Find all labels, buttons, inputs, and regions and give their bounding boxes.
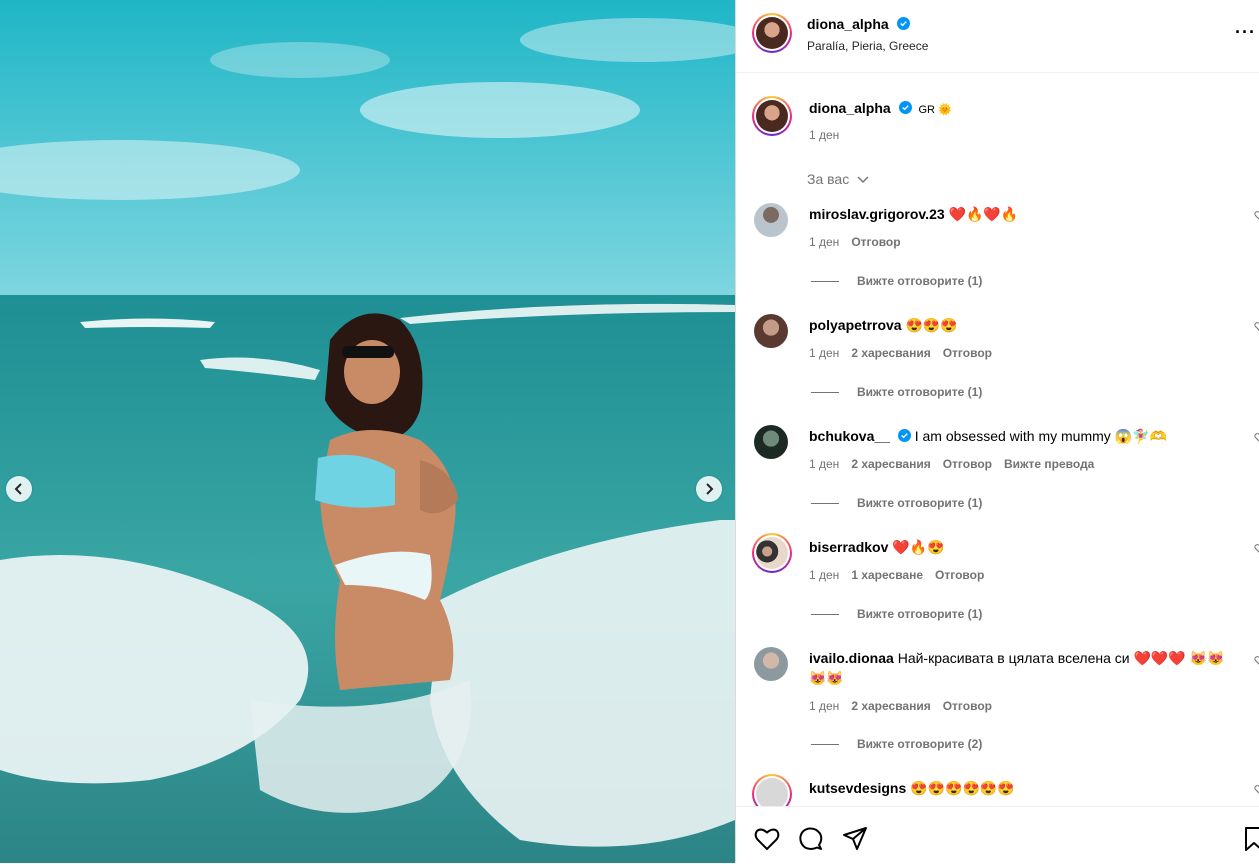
comment-likes-count[interactable]: 1 харесване: [851, 568, 923, 582]
reply-button[interactable]: Отговор: [943, 457, 992, 471]
reply-button[interactable]: Отговор: [943, 346, 992, 360]
comment-sort-label: За вас: [807, 171, 850, 187]
comment-like-heart-icon[interactable]: [1254, 543, 1259, 555]
view-replies-button[interactable]: Вижте отговорите (1): [811, 496, 982, 510]
commenter-username[interactable]: miroslav.grigorov.23: [809, 206, 945, 222]
share-icon[interactable]: [842, 826, 868, 852]
post-photo[interactable]: [0, 0, 735, 863]
caption-time: 1 ден: [809, 128, 840, 142]
reply-button[interactable]: Отговор: [935, 568, 984, 582]
view-replies-label: Вижте отговорите (1): [857, 385, 983, 399]
comment-like-heart-icon[interactable]: [1254, 321, 1259, 333]
view-replies-label: Вижте отговорите (1): [857, 274, 983, 288]
commenter-avatar[interactable]: [754, 647, 788, 681]
see-translation-button[interactable]: Вижте превода: [1004, 457, 1094, 471]
commenter-avatar[interactable]: [754, 314, 788, 348]
comment-time: 1 ден: [809, 699, 840, 713]
view-replies-button[interactable]: Вижте отговорите (2): [811, 737, 982, 751]
caption-avatar[interactable]: [752, 96, 792, 136]
verified-badge-icon: [897, 429, 911, 442]
caption-text: GR 🌞: [918, 104, 952, 116]
commenter-username[interactable]: biserradkov: [809, 539, 888, 555]
comment-text: 😍😍😍😍😍😍: [910, 780, 1015, 796]
caption-username[interactable]: diona_alpha: [809, 100, 891, 116]
comment-text: I am obsessed with my mummy 😱🧚‍♀️🫶: [914, 428, 1167, 444]
view-replies-label: Вижте отговорите (1): [857, 496, 983, 510]
comment-like-heart-icon[interactable]: [1254, 784, 1259, 796]
reply-button[interactable]: Отговор: [943, 699, 992, 713]
next-photo-button[interactable]: [696, 476, 722, 502]
comment-likes-count[interactable]: 2 харесвания: [851, 699, 930, 713]
view-replies-button[interactable]: Вижте отговорите (1): [811, 385, 982, 399]
verified-badge-icon: [897, 17, 911, 30]
chevron-left-icon: [14, 483, 22, 495]
commenter-username[interactable]: bchukova__: [809, 428, 890, 444]
view-replies-button[interactable]: Вижте отговорите (1): [811, 607, 982, 621]
chevron-right-icon: [706, 483, 714, 495]
comment-like-heart-icon[interactable]: [1254, 210, 1259, 222]
post-header: diona_alpha Paralía, Pieria, Greece ···: [736, 0, 1259, 73]
comment-like-heart-icon[interactable]: [1254, 432, 1259, 444]
comment-icon[interactable]: [798, 826, 824, 852]
view-replies-label: Вижте отговорите (1): [857, 607, 983, 621]
author-avatar[interactable]: [752, 13, 792, 53]
reply-button[interactable]: Отговор: [851, 235, 900, 249]
comment-likes-count[interactable]: 2 харесвания: [851, 457, 930, 471]
commenter-avatar[interactable]: [754, 425, 788, 459]
post-action-bar: [736, 806, 1259, 864]
bookmark-icon[interactable]: [1241, 826, 1259, 852]
comment-like-heart-icon[interactable]: [1254, 655, 1259, 667]
comment-sort-dropdown[interactable]: За вас: [807, 171, 869, 187]
commenter-username[interactable]: ivailo.dionaa: [809, 650, 894, 666]
comment-likes-count[interactable]: 2 харесвания: [851, 346, 930, 360]
verified-badge-icon: [898, 101, 912, 114]
commenter-username[interactable]: kutsevdesigns: [809, 780, 906, 796]
commenter-avatar[interactable]: [754, 203, 788, 237]
heart-icon[interactable]: [754, 826, 780, 852]
comment-time: 1 ден: [809, 457, 840, 471]
view-replies-button[interactable]: Вижте отговорите (1): [811, 274, 982, 288]
more-options-icon[interactable]: ···: [1235, 22, 1256, 43]
post-side-panel: diona_alpha Paralía, Pieria, Greece ··· …: [735, 0, 1259, 864]
comment-text: ❤️🔥❤️🔥: [948, 206, 1019, 222]
chevron-down-icon: [857, 176, 869, 183]
comment-time: 1 ден: [809, 568, 840, 582]
post-location[interactable]: Paralía, Pieria, Greece: [807, 39, 928, 53]
previous-photo-button[interactable]: [6, 476, 32, 502]
comment-text: ❤️🔥😍: [892, 539, 945, 555]
commenter-username[interactable]: polyapetrrova: [809, 317, 902, 333]
comment-time: 1 ден: [809, 235, 840, 249]
comment-time: 1 ден: [809, 346, 840, 360]
view-replies-label: Вижте отговорите (2): [857, 737, 983, 751]
author-username[interactable]: diona_alpha: [807, 16, 889, 32]
commenter-avatar[interactable]: [752, 533, 792, 573]
comment-text: 😍😍😍: [905, 317, 958, 333]
